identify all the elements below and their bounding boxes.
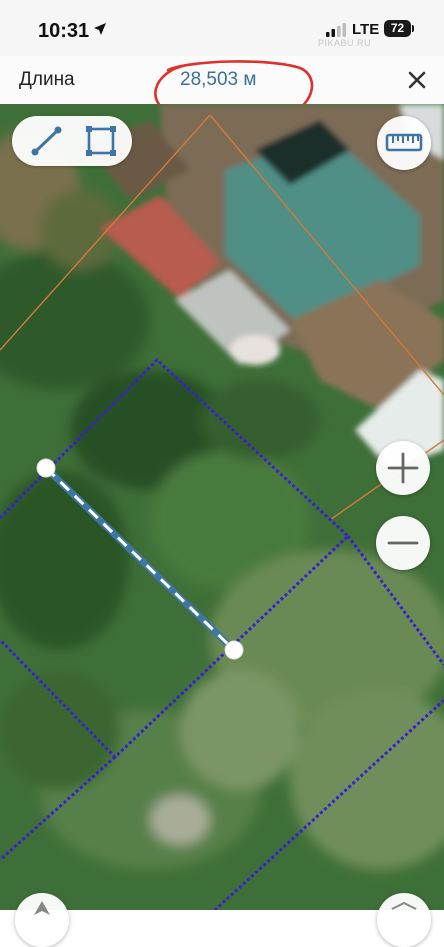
satellite-map[interactable] <box>0 104 444 910</box>
ruler-button[interactable] <box>377 116 431 170</box>
area-mode-button[interactable] <box>72 116 132 166</box>
battery-indicator: 72 <box>384 20 411 37</box>
measure-mode-title: Длина <box>19 69 75 90</box>
location-button[interactable] <box>15 893 69 947</box>
zoom-in-button[interactable] <box>376 441 430 495</box>
measure-point-end <box>224 640 244 660</box>
minus-icon <box>387 541 419 545</box>
ruler-icon <box>385 133 423 152</box>
measure-mode-toggle <box>12 116 132 166</box>
plus-icon <box>387 452 419 484</box>
line-tool-icon <box>31 126 62 156</box>
navigation-arrow-icon <box>34 901 50 915</box>
status-time: 10:31 <box>38 20 90 42</box>
layers-button[interactable] <box>377 893 431 947</box>
signal-icon <box>326 23 346 37</box>
layers-icon <box>391 901 417 910</box>
battery-tip <box>412 25 414 32</box>
close-button[interactable] <box>403 66 431 94</box>
network-type: LTE <box>352 21 380 38</box>
line-mode-button[interactable] <box>12 116 72 166</box>
close-icon <box>408 71 426 89</box>
measure-line[interactable] <box>0 104 444 910</box>
zoom-out-button[interactable] <box>376 516 430 570</box>
status-bar: 10:31 LTE 72 PIKABU.RU <box>0 0 444 56</box>
area-tool-icon <box>86 126 116 156</box>
location-arrow-icon <box>94 23 106 35</box>
measure-point-start <box>36 458 56 478</box>
watermark: PIKABU.RU <box>318 38 372 48</box>
